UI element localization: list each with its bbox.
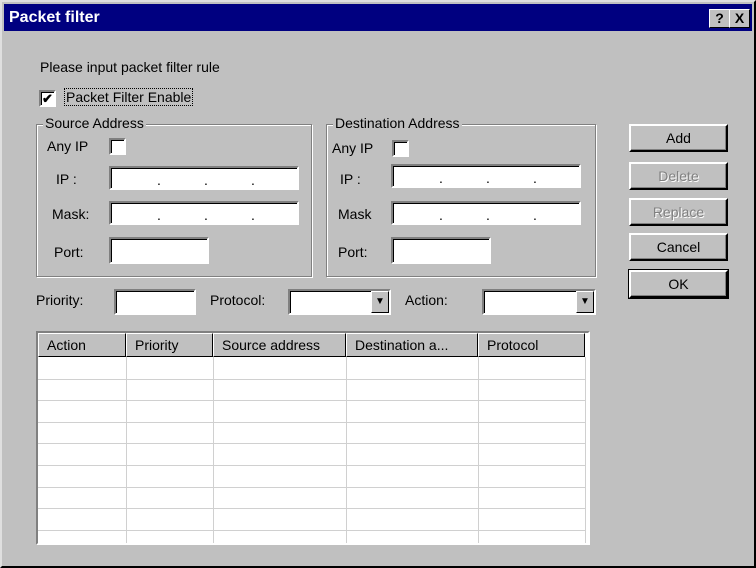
help-button[interactable]: ?	[709, 9, 730, 28]
ok-button[interactable]: OK	[628, 269, 729, 299]
destination-any-ip-label: Any IP	[332, 140, 374, 156]
grid-column-line	[126, 357, 127, 543]
destination-mask-label: Mask	[338, 206, 372, 222]
grid-row-line	[38, 443, 586, 445]
source-any-ip-checkbox[interactable]	[109, 138, 126, 155]
action-select[interactable]: ▼	[482, 289, 596, 315]
destination-port-input[interactable]	[391, 237, 491, 264]
rules-table[interactable]: Action Priority Source address Destinati…	[36, 331, 590, 545]
grid-column-line	[585, 357, 586, 543]
protocol-select[interactable]: ▼	[288, 289, 391, 315]
grid-row-line	[38, 421, 586, 423]
packet-filter-enable-label[interactable]: Packet Filter Enable	[64, 88, 194, 106]
destination-mask-input[interactable]: ...	[391, 201, 581, 225]
action-label: Action:	[405, 292, 448, 308]
column-header-priority[interactable]: Priority	[126, 333, 213, 357]
priority-label: Priority:	[36, 292, 84, 308]
ok-button-label: OK	[668, 276, 689, 292]
source-mask-label: Mask:	[52, 206, 90, 222]
add-button[interactable]: Add	[629, 124, 728, 152]
delete-button[interactable]: Delete	[629, 162, 728, 190]
source-address-legend: Source Address	[43, 115, 146, 131]
grid-column-line	[478, 357, 479, 543]
destination-address-legend: Destination Address	[333, 115, 462, 131]
source-any-ip-label: Any IP	[47, 138, 89, 154]
priority-input[interactable]	[114, 289, 196, 315]
grid-row-line	[38, 378, 586, 380]
chevron-down-icon[interactable]: ▼	[576, 291, 594, 313]
column-header-action[interactable]: Action	[38, 333, 126, 357]
column-header-destination-address[interactable]: Destination a...	[346, 333, 478, 357]
chevron-down-icon[interactable]: ▼	[371, 291, 389, 313]
cancel-button-label: Cancel	[656, 239, 701, 255]
replace-button[interactable]: Replace	[629, 198, 728, 226]
add-button-label: Add	[666, 130, 691, 146]
grid-row-line	[38, 486, 586, 488]
source-port-label: Port:	[54, 244, 84, 260]
column-header-protocol[interactable]: Protocol	[478, 333, 585, 357]
grid-row-line	[38, 400, 586, 402]
source-ip-input[interactable]: ...	[109, 166, 299, 190]
source-ip-label: IP :	[56, 171, 77, 187]
column-header-source-address[interactable]: Source address	[213, 333, 346, 357]
destination-ip-label: IP :	[340, 171, 361, 187]
grid-row-line	[38, 465, 586, 466]
grid-row-line	[38, 508, 586, 510]
destination-any-ip-checkbox[interactable]	[392, 140, 409, 157]
grid-row-line	[38, 529, 586, 531]
packet-filter-enable-checkbox[interactable]: ✔	[39, 90, 56, 107]
window-title: Packet filter	[9, 9, 100, 26]
grid-column-line	[346, 357, 347, 543]
instruction-text: Please input packet filter rule	[40, 59, 220, 75]
title-bar: Packet filter ? X	[4, 4, 752, 31]
source-port-input[interactable]	[109, 237, 209, 264]
source-mask-input[interactable]: ...	[109, 201, 299, 225]
delete-button-label: Delete	[658, 168, 699, 184]
protocol-label: Protocol:	[210, 292, 266, 308]
destination-port-label: Port:	[338, 244, 368, 260]
grid-column-line	[213, 357, 214, 543]
cancel-button[interactable]: Cancel	[629, 233, 728, 261]
replace-button-label: Replace	[652, 204, 705, 220]
destination-ip-input[interactable]: ...	[391, 164, 581, 188]
close-button[interactable]: X	[729, 9, 750, 28]
